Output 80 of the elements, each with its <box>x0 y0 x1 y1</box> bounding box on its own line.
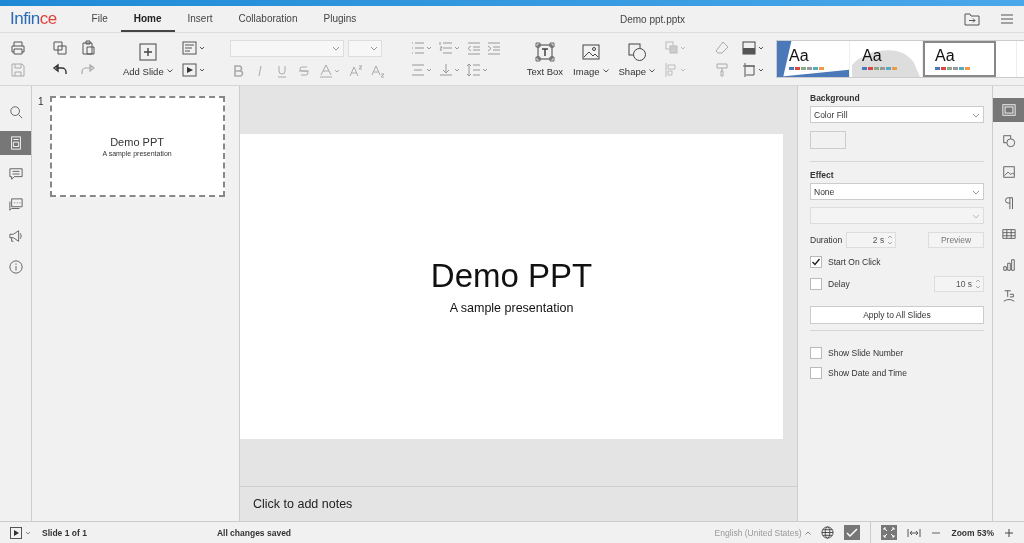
section-heading: Background <box>810 93 861 103</box>
layout-icon[interactable] <box>181 40 206 56</box>
checkbox-label: Show Slide Number <box>828 348 904 358</box>
arrange-icon[interactable] <box>664 40 688 56</box>
caret-icon <box>602 69 609 73</box>
line-spacing-icon[interactable] <box>465 62 490 78</box>
effect-select[interactable]: None <box>810 183 984 200</box>
checkbox-label: Delay <box>828 279 850 289</box>
menu-icon[interactable] <box>1000 13 1014 25</box>
slide-subtitle[interactable]: A sample presentation <box>449 301 574 315</box>
paste-icon[interactable] <box>80 40 96 56</box>
fit-width-icon[interactable] <box>907 527 922 538</box>
notes-field[interactable]: Click to add notes <box>240 486 797 521</box>
numbered-list-icon[interactable] <box>437 40 462 56</box>
checkbox[interactable] <box>810 278 822 290</box>
globe-icon[interactable] <box>821 526 835 539</box>
checkbox-label: Show Date and Time <box>828 368 907 378</box>
text-box-button[interactable]: Text Box <box>521 41 569 77</box>
zoom-in-icon[interactable] <box>1004 527 1014 538</box>
theme-thumbnail[interactable]: Aa <box>777 41 850 77</box>
slide-canvas[interactable]: Demo PPT A sample presentation <box>240 133 783 439</box>
menu-tab[interactable]: Insert <box>174 6 226 32</box>
menu-tab[interactable]: File <box>78 6 121 32</box>
section-heading: Effect <box>810 170 835 180</box>
checkbox[interactable] <box>810 367 822 379</box>
zoom-level: Zoom 53% <box>951 527 994 538</box>
document-title: Demo ppt.pptx <box>620 13 686 25</box>
menu-tab[interactable]: Collaboration <box>225 6 311 32</box>
checkbox[interactable] <box>810 347 822 359</box>
thumbnail-title: Demo PPT <box>110 136 164 148</box>
save-icon[interactable] <box>10 62 26 78</box>
slide-size-icon[interactable] <box>742 62 766 78</box>
format-painter-icon[interactable] <box>714 62 730 78</box>
notes-placeholder: Click to add notes <box>253 497 353 511</box>
slide-title[interactable]: Demo PPT <box>430 257 593 295</box>
image-button[interactable]: Image <box>568 41 614 77</box>
eraser-icon[interactable] <box>714 40 730 56</box>
add-slide-button[interactable]: Add Slide <box>118 41 178 77</box>
caret-icon <box>331 44 340 52</box>
align-center-icon[interactable] <box>409 62 434 78</box>
slides-icon[interactable] <box>0 131 31 155</box>
font-select[interactable] <box>229 39 344 57</box>
decrease-indent-icon[interactable] <box>465 40 482 56</box>
image-icon <box>580 41 601 62</box>
folder-icon[interactable] <box>964 12 980 26</box>
slide-counter: Slide 1 of 1 <box>42 527 87 538</box>
color-swatch[interactable] <box>810 131 846 149</box>
checkbox[interactable] <box>810 256 822 268</box>
checkbox-label: Start On Click <box>828 257 881 267</box>
add-icon <box>137 41 158 62</box>
caret-icon <box>649 69 655 73</box>
fill-icon[interactable] <box>742 40 766 56</box>
caret-icon <box>369 44 378 52</box>
duration-label: Duration <box>810 235 843 245</box>
menu-tab[interactable]: Plugins <box>310 6 370 32</box>
fill-select[interactable]: Color Fill <box>810 106 984 123</box>
bullet-list-icon[interactable] <box>409 40 434 56</box>
slide-settings-icon[interactable] <box>993 98 1024 122</box>
caret-icon <box>166 69 173 73</box>
theme-thumbnail[interactable]: Aa <box>850 41 923 77</box>
menu-tab[interactable]: Home <box>120 6 175 32</box>
slide-number: 1 <box>38 96 44 109</box>
shape-icon <box>626 41 647 62</box>
text-box-icon <box>534 41 555 62</box>
print-icon[interactable] <box>10 40 26 56</box>
slideshow-icon[interactable] <box>181 62 206 78</box>
copy-icon[interactable] <box>52 40 68 56</box>
align-objects-icon[interactable] <box>664 62 688 78</box>
save-status: All changes saved <box>216 527 292 538</box>
spellcheck-icon[interactable] <box>844 525 861 540</box>
slideshow-icon[interactable] <box>10 526 32 539</box>
caret-icon <box>805 530 812 535</box>
font-size-select[interactable] <box>347 39 382 57</box>
theme-thumbnail[interactable]: Aa <box>923 41 996 77</box>
increase-indent-icon[interactable] <box>485 40 502 56</box>
align-bottom-icon[interactable] <box>437 62 462 78</box>
shape-button[interactable]: Shape <box>613 41 660 77</box>
app-logo: Infince <box>10 9 57 29</box>
apply-to-all-button[interactable]: Apply to All Slides <box>810 306 984 324</box>
fit-slide-icon[interactable] <box>881 525 898 540</box>
